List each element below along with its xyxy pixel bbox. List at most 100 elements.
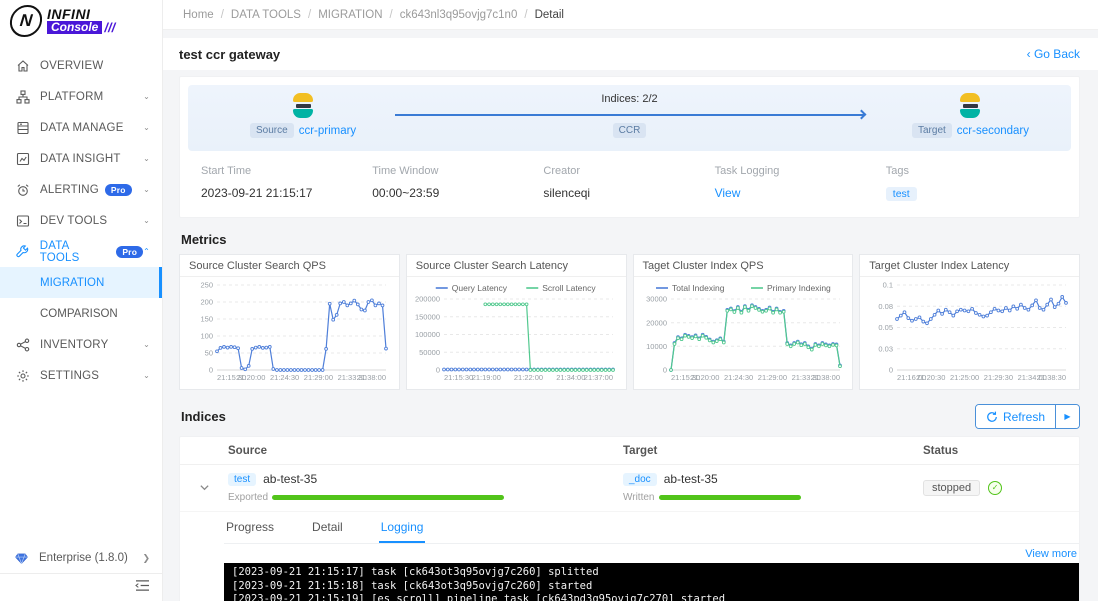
elasticsearch-icon (958, 93, 982, 119)
target-cluster-name[interactable]: ccr-secondary (957, 125, 1029, 137)
target-index-badge: _doc (623, 472, 657, 486)
sidebar-item-data-insight[interactable]: DATA INSIGHT ⌄ (0, 143, 162, 174)
indices-table-panel: Source Target Status test ab-test-35 Exp… (179, 436, 1080, 601)
ccr-badge: CCR (612, 123, 647, 138)
wrench-icon (15, 244, 30, 259)
source-cluster: Source ccr-primary (250, 93, 356, 138)
sidebar-item-data-manage[interactable]: DATA MANAGE ⌄ (0, 112, 162, 143)
svg-text:10000: 10000 (646, 342, 667, 351)
sidebar-item-dev-tools[interactable]: DEV TOOLS ⌄ (0, 205, 162, 236)
info-field-start-time: Start Time 2023-09-21 21:15:17 (201, 165, 372, 201)
sidebar-item-comparison[interactable]: COMPARISON (0, 298, 162, 329)
svg-text:Query Latency: Query Latency (452, 283, 508, 293)
sidebar-item-alerting[interactable]: ALERTING Pro ⌄ (0, 174, 162, 205)
svg-text:21:29:00: 21:29:00 (304, 373, 333, 382)
chart-title: Target Cluster Index Latency (860, 255, 1079, 277)
chart-title: Taget Cluster Index QPS (633, 255, 853, 277)
refresh-menu-button[interactable]: ▶ (1055, 405, 1079, 428)
source-index-badge: test (228, 472, 257, 486)
sidebar-item-inventory[interactable]: INVENTORY ⌄ (0, 329, 162, 360)
sidebar-item-label: DATA TOOLS (39, 239, 80, 264)
metric-chart-card: Source Cluster Search QPS 0 50 100 150 200 250… (179, 254, 400, 390)
source-cluster-name[interactable]: ccr-primary (299, 125, 357, 137)
refresh-button-group: Refresh ▶ (974, 404, 1080, 429)
target-chip: Target (911, 123, 952, 138)
info-value: silenceqi (543, 186, 591, 200)
svg-text:250: 250 (200, 281, 213, 290)
chart-title: Source Cluster Search QPS (180, 255, 399, 277)
flow-arrow-icon (394, 109, 866, 120)
pro-badge: Pro (104, 183, 132, 196)
gem-icon (15, 552, 30, 565)
tab-detail[interactable]: Detail (310, 512, 345, 543)
view-more-link[interactable]: View more (1025, 548, 1077, 560)
sidebar-item-label: OVERVIEW (40, 59, 104, 72)
breadcrumb-separator: / (389, 8, 393, 21)
logo[interactable]: N INFINI Console /// (0, 0, 162, 42)
svg-text:21:37:00: 21:37:00 (584, 373, 613, 382)
info-field-time-window: Time Window 00:00~23:59 (372, 165, 543, 201)
svg-text:21:25:00: 21:25:00 (950, 373, 979, 382)
svg-text:200: 200 (200, 298, 213, 307)
content: Source ccr-primary Indices: 2/2 CCR Targ… (163, 70, 1098, 601)
titlebar: test ccr gateway ‹ Go Back (163, 38, 1098, 70)
sidebar-item-migration[interactable]: MIGRATION (0, 267, 162, 298)
chart-plot: 0 50000 100000 150000 200000 21:15:30 21:19:00… (407, 277, 626, 389)
breadcrumb-item[interactable]: ck643nl3q95ovjg7c1n0 (400, 9, 518, 21)
breadcrumb-item: Detail (534, 8, 564, 21)
svg-text:20000: 20000 (646, 318, 667, 327)
sidebar-item-overview[interactable]: OVERVIEW (0, 50, 162, 81)
terminal-icon (15, 213, 30, 228)
source-index-name: ab-test-35 (263, 472, 318, 486)
table-header: Source Target Status (180, 437, 1079, 465)
sidebar-item-data-tools[interactable]: DATA TOOLS Pro ⌃ (0, 236, 162, 267)
svg-text:21:38:30: 21:38:30 (1037, 373, 1066, 382)
row-expander[interactable] (180, 482, 228, 493)
chart-title: Source Cluster Search Latency (406, 255, 626, 277)
target-cluster: Target ccr-secondary (911, 93, 1029, 138)
svg-text:0.1: 0.1 (883, 281, 893, 290)
written-progress-bar (658, 495, 801, 500)
svg-text:21:24:30: 21:24:30 (270, 373, 299, 382)
logo-product: Console (47, 21, 103, 34)
info-label: Task Logging (714, 165, 780, 177)
enterprise-version[interactable]: Enterprise (1.8.0) ❯ (0, 543, 162, 573)
menu-fold-icon[interactable] (135, 579, 150, 597)
database-icon (15, 120, 30, 135)
metric-chart-card: Target Cluster Index Latency 0 0.03 0.05 0.0… (859, 254, 1080, 390)
breadcrumb-separator: / (307, 8, 312, 21)
task-overview-panel: Source ccr-primary Indices: 2/2 CCR Targ… (179, 76, 1080, 218)
chevron-down-icon: ⌄ (143, 340, 150, 349)
svg-text:21:24:30: 21:24:30 (723, 373, 752, 382)
svg-text:Total Indexing: Total Indexing (672, 283, 725, 293)
svg-text:200000: 200000 (415, 295, 440, 304)
sidebar-item-platform[interactable]: PLATFORM ⌄ (0, 81, 162, 112)
breadcrumb-item[interactable]: DATA TOOLS (231, 9, 301, 21)
svg-text:Primary Indexing: Primary Indexing (767, 283, 831, 293)
enterprise-label: Enterprise (1.8.0) (39, 552, 128, 564)
svg-text:21:29:30: 21:29:30 (984, 373, 1013, 382)
chevron-down-icon: ⌄ (143, 216, 150, 225)
task-logging-view-link[interactable]: View (715, 186, 741, 200)
col-target: Target (623, 444, 658, 457)
sidebar-menu: OVERVIEW PLATFORM ⌄ DATA MANAGE ⌄ DATA INSIGH… (0, 42, 162, 543)
metrics-heading: Metrics (181, 232, 227, 247)
refresh-button[interactable]: Refresh (975, 405, 1055, 428)
chevron-down-icon: ⌄ (143, 92, 150, 101)
svg-text:21:15:30: 21:15:30 (444, 373, 473, 382)
svg-text:50: 50 (205, 349, 213, 358)
tab-progress[interactable]: Progress (224, 512, 276, 543)
svg-text:21:38:00: 21:38:00 (357, 373, 386, 382)
go-back-link[interactable]: ‹ Go Back (1027, 47, 1080, 61)
breadcrumb-item[interactable]: Home (183, 9, 214, 21)
metric-chart-card: Taget Cluster Index QPS 0 10000 20000 30000 2… (632, 254, 854, 390)
breadcrumb-item[interactable]: MIGRATION (318, 9, 382, 21)
status-badge: stopped (923, 479, 981, 496)
refresh-icon (987, 411, 997, 422)
sidebar-item-settings[interactable]: SETTINGS ⌄ (0, 360, 162, 391)
svg-text:0: 0 (209, 366, 213, 375)
home-icon (15, 58, 30, 73)
page-title: test ccr gateway (179, 46, 281, 62)
tab-logging[interactable]: Logging (378, 512, 426, 543)
indices-heading: Indices (181, 409, 226, 424)
